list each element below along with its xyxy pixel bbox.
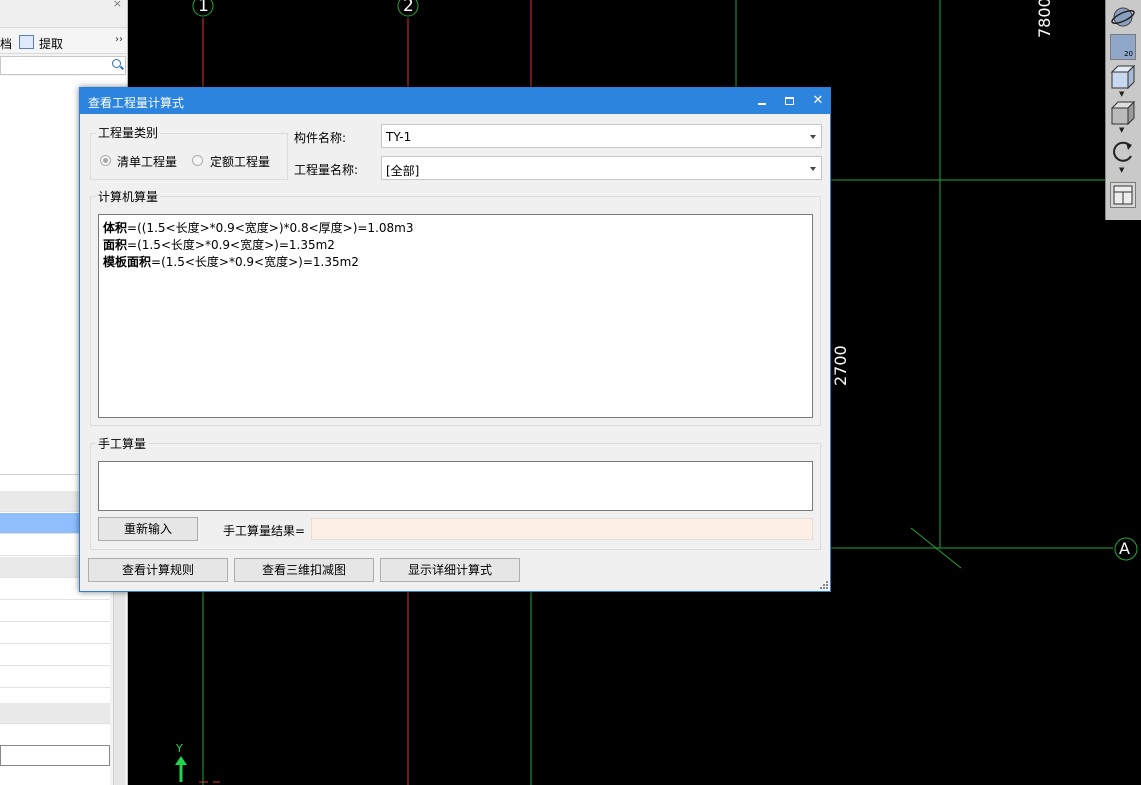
- formula-line-formwork-area: 模板面积=(1.5<长度>*0.9<宽度>)=1.35m2: [103, 255, 359, 269]
- search-icon[interactable]: [112, 59, 121, 68]
- zoom-level-badge: 20: [1124, 50, 1133, 58]
- view-toolbar: 20 ▼ ▼ ▼: [1105, 0, 1141, 220]
- left-panel-header: ×: [0, 0, 127, 28]
- view-calc-rules-button[interactable]: 查看计算规则: [88, 558, 228, 582]
- toolbar-more-button[interactable]: ››: [115, 34, 123, 45]
- property-header-row: [0, 703, 110, 724]
- view-3d-deduction-button[interactable]: 查看三维扣减图: [234, 558, 374, 582]
- minimize-icon: [758, 103, 766, 105]
- layout-view-icon[interactable]: [1110, 182, 1136, 208]
- manual-result-label: 手工算量结果=: [223, 524, 306, 538]
- radio-bill-quantity[interactable]: [100, 155, 111, 166]
- quantity-name-label: 工程量名称:: [294, 163, 359, 177]
- extract-button[interactable]: 提取: [39, 35, 63, 52]
- minimize-button[interactable]: [748, 88, 776, 114]
- axis-label-a: A: [1119, 539, 1130, 558]
- maximize-icon: [785, 97, 794, 105]
- chevron-down-icon: [810, 167, 816, 171]
- computer-calc-textarea[interactable]: 体积=((1.5<长度>*0.9<宽度>)*0.8<厚度>)=1.08m3 面积…: [98, 214, 813, 418]
- property-row[interactable]: [0, 667, 110, 688]
- show-detailed-formula-button[interactable]: 显示详细计算式: [380, 558, 520, 582]
- manual-calc-textarea[interactable]: [98, 461, 813, 511]
- radio-quota-quantity-label[interactable]: 定额工程量: [210, 153, 270, 170]
- computer-calc-legend: 计算机算量: [96, 188, 161, 205]
- reinput-button[interactable]: 重新输入: [98, 517, 198, 541]
- chevron-down-icon: [810, 135, 816, 139]
- dialog-titlebar[interactable]: 查看工程量计算式 ✕: [80, 88, 830, 114]
- radio-quota-quantity[interactable]: [192, 155, 203, 166]
- axis-label-1: 1: [198, 0, 209, 16]
- quantity-type-legend: 工程量类别: [96, 124, 161, 141]
- close-icon[interactable]: ×: [113, 0, 122, 10]
- component-name-select[interactable]: TY-1: [381, 124, 822, 148]
- manual-calc-legend: 手工算量: [96, 435, 149, 452]
- cube-view-icon[interactable]: [1110, 64, 1136, 90]
- radio-bill-quantity-label[interactable]: 清单工程量: [117, 153, 177, 170]
- close-icon: ✕: [812, 93, 824, 108]
- property-row[interactable]: [0, 725, 110, 746]
- left-panel-toolbar: 档 提取 ››: [0, 30, 127, 54]
- formula-line-volume: 体积=((1.5<长度>*0.9<宽度>)*0.8<厚度>)=1.08m3: [103, 221, 414, 235]
- ucs-y-label: Y: [176, 742, 183, 755]
- property-row[interactable]: [0, 645, 110, 666]
- dialog-title: 查看工程量计算式: [88, 96, 185, 110]
- orbit-icon[interactable]: [1110, 4, 1136, 30]
- toolbar-partial-label[interactable]: 档: [0, 35, 12, 52]
- close-button[interactable]: ✕: [804, 88, 832, 114]
- formula-line-area: 面积=(1.5<长度>*0.9<宽度>)=1.35m2: [103, 238, 335, 252]
- manual-result-field[interactable]: [311, 518, 813, 540]
- extract-icon[interactable]: [19, 35, 34, 49]
- property-row[interactable]: [0, 623, 110, 644]
- property-value-input[interactable]: [0, 745, 110, 766]
- component-name-value: TY-1: [386, 130, 412, 144]
- quantity-name-value: [全部]: [386, 164, 420, 178]
- left-panel-search-input[interactable]: [0, 56, 126, 75]
- quantity-formula-dialog: 查看工程量计算式 ✕ 工程量类别 清单工程量 定额工程量 构件名称: TY-1 …: [79, 87, 831, 592]
- component-name-label: 构件名称:: [294, 131, 347, 145]
- maximize-button[interactable]: [776, 88, 804, 114]
- dimension-2700: 2700: [831, 345, 850, 386]
- quantity-name-select[interactable]: [全部]: [381, 156, 822, 180]
- cube-display-icon[interactable]: [1110, 100, 1136, 126]
- ucs-y-arrow: [175, 756, 187, 765]
- property-row[interactable]: [0, 601, 110, 622]
- dimension-7800: 7800: [1035, 0, 1054, 38]
- left-panel-scrollbar[interactable]: [113, 590, 125, 785]
- axis-label-2: 2: [403, 0, 414, 16]
- zoom-level-button[interactable]: 20: [1110, 34, 1136, 60]
- rotate-icon[interactable]: [1110, 138, 1136, 164]
- resize-grip-icon[interactable]: [820, 581, 828, 589]
